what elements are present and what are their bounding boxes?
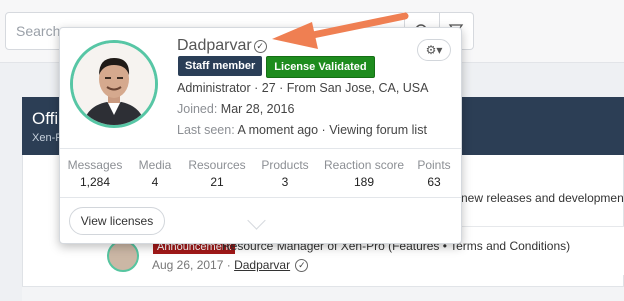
member-role-line: Administrator · 27 · From San Jose, CA, … — [177, 81, 429, 95]
thread-avatar[interactable] — [107, 240, 139, 272]
member-name-row: Dadparvar ✓ — [177, 37, 267, 55]
joined-value: Mar 28, 2016 — [220, 102, 295, 116]
stat-label: Media — [138, 158, 172, 172]
stat-media[interactable]: Media 4 — [132, 158, 178, 189]
stat-points[interactable]: Points 63 — [412, 158, 456, 189]
stat-products[interactable]: Products 3 — [258, 158, 312, 189]
member-last-seen: Last seen: A moment ago · Viewing forum … — [177, 123, 427, 137]
member-tooltip: Dadparvar ✓ ⚙▾ Staff member License Valid… — [59, 27, 462, 244]
thread-author-link[interactable]: Dadparvar — [234, 258, 290, 272]
stat-label: Reaction score — [324, 158, 405, 172]
verified-icon: ✓ — [295, 259, 309, 272]
thread-date: Aug 26, 2017 — [152, 258, 224, 272]
joined-label: Joined: — [177, 102, 218, 116]
stat-value: 3 — [281, 175, 289, 189]
stat-resources[interactable]: Resources 21 — [186, 158, 248, 189]
annotation-arrow-icon — [272, 12, 409, 49]
member-name[interactable]: Dadparvar — [177, 37, 252, 54]
last-seen-label: Last seen: — [177, 123, 235, 137]
forum-panel-subtitle: Xen-F — [32, 132, 62, 144]
member-badges: Staff member License Validated — [178, 56, 375, 78]
stat-value: 189 — [353, 175, 375, 189]
stat-messages[interactable]: Messages 1,284 — [66, 158, 124, 189]
view-licenses-button[interactable]: View licenses — [69, 207, 165, 235]
stat-value: 4 — [151, 175, 159, 189]
staff-badge: Staff member — [178, 56, 263, 76]
stat-value: 1,284 — [79, 175, 111, 189]
avatar-photo — [73, 43, 155, 125]
stat-label: Products — [261, 158, 309, 172]
stat-value: 63 — [427, 175, 441, 189]
thread-meta: Aug 26, 2017 · Dadparvar ✓ — [152, 258, 309, 272]
stat-value: 21 — [210, 175, 224, 189]
verified-icon: ✓ — [253, 40, 267, 53]
stat-label: Resources — [188, 158, 246, 172]
forum-panel-title[interactable]: Offi — [32, 109, 58, 129]
next-row — [22, 286, 624, 301]
stat-label: Points — [417, 158, 451, 172]
gear-icon: ⚙ — [425, 43, 437, 57]
last-seen-value: A moment ago · Viewing forum list — [237, 123, 427, 137]
stat-label: Messages — [67, 158, 123, 172]
caret-down-icon: ▾ — [436, 43, 443, 57]
license-badge: License Validated — [266, 56, 375, 78]
member-joined: Joined: Mar 28, 2016 — [177, 102, 294, 116]
forum-description: new releases and development — [461, 191, 624, 205]
member-stats: Messages 1,284 Media 4 Resources 21 Prod… — [60, 148, 461, 198]
stat-reaction-score[interactable]: Reaction score 189 — [324, 158, 404, 189]
member-actions-button[interactable]: ⚙▾ — [417, 39, 451, 61]
member-avatar[interactable] — [70, 40, 158, 128]
